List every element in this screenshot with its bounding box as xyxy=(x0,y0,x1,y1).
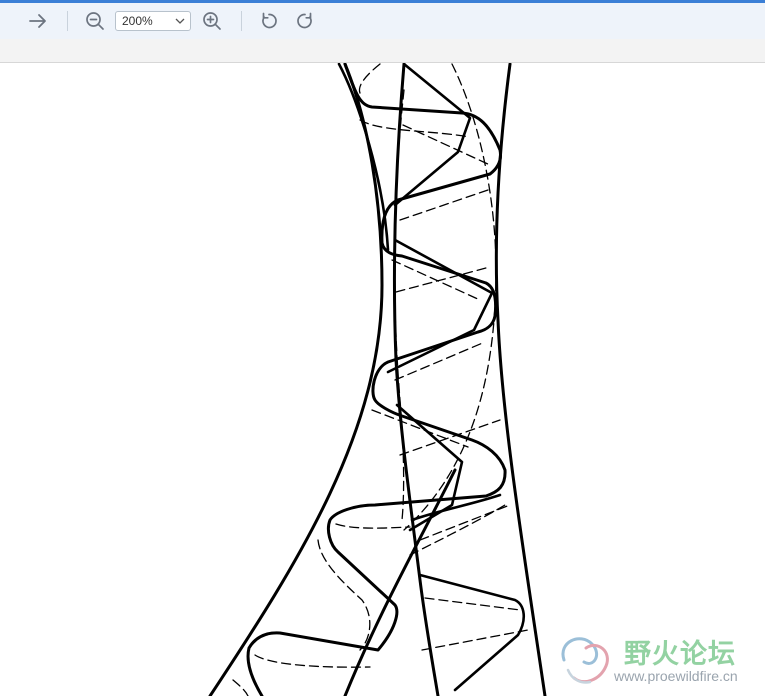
viewer-toolbar: 200% xyxy=(0,3,765,39)
chevron-down-icon xyxy=(175,14,185,28)
coil-solid xyxy=(246,63,507,696)
hidden-zig-12 xyxy=(424,597,521,611)
hidden-zig-9 xyxy=(335,523,411,529)
toolbar-divider xyxy=(241,11,242,31)
hidden-zig-15 xyxy=(232,679,249,696)
arrow-right-icon[interactable] xyxy=(23,6,53,36)
document-tab-strip xyxy=(0,39,765,63)
zoom-level-value: 200% xyxy=(122,14,153,28)
zoom-in-icon[interactable] xyxy=(197,6,227,36)
hidden-zig-7 xyxy=(371,409,469,448)
hidden-arc-left xyxy=(358,63,381,97)
inner-boundary xyxy=(392,63,440,696)
zoom-level-select[interactable]: 200% xyxy=(115,11,191,31)
rotate-counterclockwise-icon[interactable] xyxy=(254,6,284,36)
image-canvas[interactable] xyxy=(0,63,765,696)
rotate-clockwise-icon[interactable] xyxy=(290,6,320,36)
hidden-zig-14 xyxy=(254,654,371,668)
coil-solid-mid xyxy=(386,238,494,374)
right-boundary xyxy=(494,63,547,696)
zoom-out-icon[interactable] xyxy=(80,6,110,36)
hidden-zig-1 xyxy=(359,119,471,138)
image-viewer-window: 200% 野火论坛 www.proewildfire.cn xyxy=(0,0,765,696)
left-outer-boundary xyxy=(208,63,384,696)
toolbar-divider xyxy=(67,11,68,31)
coil-drawing xyxy=(208,63,547,696)
